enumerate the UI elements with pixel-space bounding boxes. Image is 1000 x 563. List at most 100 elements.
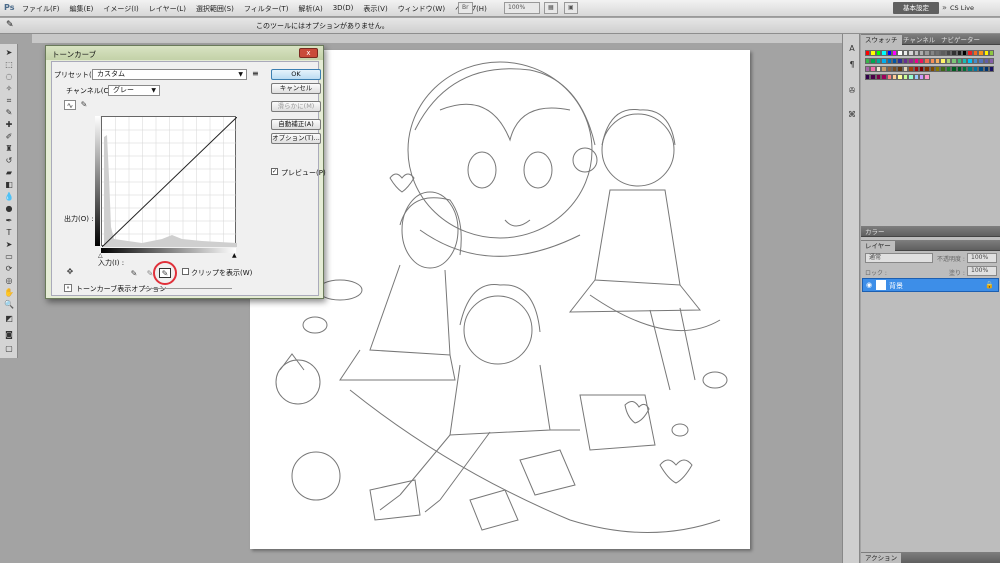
- quick-mask-icon[interactable]: ◙: [3, 330, 15, 340]
- channel-select[interactable]: グレー ▼: [108, 85, 160, 96]
- eraser-tool-icon[interactable]: ▰: [3, 168, 15, 178]
- double-chevron-icon[interactable]: »: [942, 3, 947, 12]
- preset-value: カスタム: [97, 70, 125, 78]
- swatch[interactable]: [988, 50, 995, 56]
- 3d-rotate-tool-icon[interactable]: ⟳: [3, 264, 15, 274]
- zoom-tool-icon[interactable]: 🔍: [3, 300, 15, 310]
- cancel-button[interactable]: キャンセル: [271, 83, 321, 94]
- opacity-field[interactable]: 100%: [967, 253, 997, 263]
- menu-select[interactable]: 選択範囲(S): [196, 4, 234, 14]
- swatch[interactable]: [988, 58, 995, 64]
- blur-tool-icon[interactable]: 💧: [3, 192, 15, 202]
- workspace-button[interactable]: 基本設定: [893, 2, 939, 14]
- swatch-grid[interactable]: [865, 50, 995, 92]
- arrange-icon[interactable]: ▦: [544, 2, 558, 14]
- dialog-title-bar[interactable]: トーンカーブ x: [46, 46, 323, 60]
- blend-mode-select[interactable]: 通常: [865, 253, 933, 263]
- screen-mode-icon[interactable]: ▣: [564, 2, 578, 14]
- color-swatches-icon[interactable]: ◩: [3, 314, 15, 324]
- bridge-icon[interactable]: Br: [458, 2, 473, 14]
- dodge-tool-icon[interactable]: ●: [3, 204, 15, 214]
- cs-live-button[interactable]: CS Live: [950, 2, 974, 14]
- black-eyedropper-icon[interactable]: ✎: [128, 269, 140, 279]
- menu-file[interactable]: ファイル(F): [22, 4, 60, 14]
- tab-actions[interactable]: アクション: [861, 553, 902, 563]
- shape-tool-icon[interactable]: ▭: [3, 252, 15, 262]
- tab-channels[interactable]: チャンネル: [899, 35, 939, 45]
- eye-icon[interactable]: ◉: [866, 281, 872, 289]
- healing-tool-icon[interactable]: ✚: [3, 120, 15, 130]
- options-button[interactable]: オプション(T)...: [271, 133, 321, 144]
- document-tab-bar: [32, 34, 842, 43]
- menu-3d[interactable]: 3D(D): [333, 4, 354, 14]
- tab-navigator[interactable]: ナビゲーター: [937, 35, 984, 45]
- expand-icon[interactable]: »: [64, 284, 72, 292]
- 3d-orbit-tool-icon[interactable]: ◎: [3, 276, 15, 286]
- tab-swatches[interactable]: スウォッチ: [861, 35, 902, 45]
- panel-icon-strip: A ¶ ✇ ⌘: [842, 34, 860, 563]
- gradient-tool-icon[interactable]: ◧: [3, 180, 15, 190]
- tab-color[interactable]: カラー: [861, 227, 889, 237]
- chevron-down-icon: ▼: [151, 87, 156, 94]
- menu-filter[interactable]: フィルター(T): [244, 4, 289, 14]
- brush-panel-icon[interactable]: ✇: [846, 86, 858, 96]
- eyedropper-icon[interactable]: ✎: [6, 20, 14, 30]
- menu-items: ファイル(F) 編集(E) イメージ(I) レイヤー(L) 選択範囲(S) フィ…: [22, 4, 487, 14]
- layer-name: 背景: [889, 282, 903, 290]
- preview-checkbox[interactable]: ✓: [271, 168, 278, 175]
- crop-tool-icon[interactable]: ⌗: [3, 96, 15, 106]
- move-tool-icon[interactable]: ➤: [3, 48, 15, 58]
- hand-tool-icon[interactable]: ✋: [3, 288, 15, 298]
- swatch[interactable]: [988, 66, 995, 72]
- curves-dialog: トーンカーブ x プリセット(R) : カスタム ▼ ≡ チャンネル(C) : グ…: [45, 45, 326, 299]
- curve-edit-icon[interactable]: ∿: [64, 100, 76, 110]
- history-brush-tool-icon[interactable]: ↺: [3, 156, 15, 166]
- options-bar: ✎ このツールにはオプションがありません。: [0, 18, 1000, 34]
- menu-layer[interactable]: レイヤー(L): [149, 4, 186, 14]
- swatch[interactable]: [924, 74, 930, 80]
- lasso-tool-icon[interactable]: ◌: [3, 72, 15, 82]
- document-canvas[interactable]: [250, 50, 750, 549]
- menu-image[interactable]: イメージ(I): [103, 4, 138, 14]
- curve-grid: [101, 116, 238, 248]
- menu-window[interactable]: ウィンドウ(W): [398, 4, 445, 14]
- curve-graph[interactable]: [101, 116, 238, 248]
- channel-value: グレー: [113, 86, 134, 94]
- fill-field[interactable]: 100%: [967, 266, 997, 276]
- brush-tool-icon[interactable]: ✐: [3, 132, 15, 142]
- ok-button[interactable]: OK: [271, 69, 321, 80]
- smooth-button[interactable]: 滑らかに(M): [271, 101, 321, 112]
- path-select-tool-icon[interactable]: ➤: [3, 240, 15, 250]
- tools-panel: ➤ ⬚ ◌ ✧ ⌗ ✎ ✚ ✐ ♜ ↺ ▰ ◧ 💧 ● ✒ T ➤ ▭ ⟳ ◎ …: [0, 44, 18, 358]
- pen-tool-icon[interactable]: ✒: [3, 216, 15, 226]
- zoom-select[interactable]: 100%: [504, 2, 540, 14]
- input-gradient: [101, 248, 236, 253]
- preview-label: プレビュー(P): [281, 169, 326, 177]
- eyedropper-tool-icon[interactable]: ✎: [3, 108, 15, 118]
- auto-button[interactable]: 自動補正(A): [271, 119, 321, 130]
- tab-layers[interactable]: レイヤー: [861, 241, 895, 251]
- quick-select-tool-icon[interactable]: ✧: [3, 84, 15, 94]
- menu-edit[interactable]: 編集(E): [70, 4, 94, 14]
- menu-analysis[interactable]: 解析(A): [298, 4, 322, 14]
- clone-source-panel-icon[interactable]: ⌘: [846, 110, 858, 120]
- pencil-icon[interactable]: ✎: [78, 100, 90, 110]
- preset-options-icon[interactable]: ≡: [252, 69, 259, 78]
- layer-row-background[interactable]: ◉ 背景 🔒: [862, 278, 999, 292]
- type-tool-icon[interactable]: T: [3, 228, 15, 238]
- swatch-panel-tabs: スウォッチ チャンネル ナビゲーター: [861, 34, 1000, 45]
- clip-checkbox[interactable]: [182, 268, 189, 275]
- layers-panel-tabs: レイヤー: [861, 240, 1000, 251]
- menu-view[interactable]: 表示(V): [363, 4, 387, 14]
- options-message: このツールにはオプションがありません。: [256, 22, 389, 30]
- white-point-slider[interactable]: ▲: [232, 252, 237, 259]
- marquee-tool-icon[interactable]: ⬚: [3, 60, 15, 70]
- preset-select[interactable]: カスタム ▼: [92, 69, 247, 80]
- character-panel-icon[interactable]: A: [846, 44, 858, 54]
- paragraph-panel-icon[interactable]: ¶: [846, 60, 858, 70]
- stamp-tool-icon[interactable]: ♜: [3, 144, 15, 154]
- target-adjust-icon[interactable]: ✥: [64, 267, 76, 277]
- close-button[interactable]: x: [299, 48, 318, 58]
- curve-options-label: トーンカーブ表示オプション: [76, 285, 167, 293]
- screen-mode-tool-icon[interactable]: ▢: [3, 344, 15, 354]
